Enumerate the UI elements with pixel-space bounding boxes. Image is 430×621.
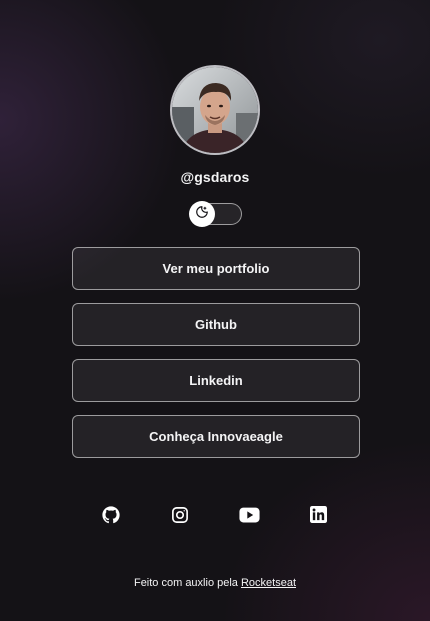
page: @gsdaros Ver meu portfolio Github Linked… xyxy=(0,0,430,621)
github-link-button[interactable]: Github xyxy=(72,303,360,346)
linkedin-icon xyxy=(310,506,328,528)
linkedin-social-link[interactable] xyxy=(303,505,335,529)
portfolio-link-button[interactable]: Ver meu portfolio xyxy=(72,247,360,290)
social-links xyxy=(95,505,335,529)
github-icon xyxy=(102,505,120,529)
list-item: Conheça Innovaeagle xyxy=(72,415,360,458)
footer: Feito com auxlio pela Rocketseat xyxy=(0,577,430,589)
linkedin-link-button[interactable]: Linkedin xyxy=(72,359,360,402)
footer-text: Feito com auxlio pela xyxy=(133,577,238,589)
list-item: Linkedin xyxy=(72,359,360,402)
profile: @gsdaros xyxy=(0,65,430,185)
innovaeagle-link-button[interactable]: Conheça Innovaeagle xyxy=(72,415,360,458)
rocketseat-link[interactable]: Rocketseat xyxy=(241,577,296,589)
switch-knob[interactable] xyxy=(189,201,215,227)
links-list: Ver meu portfolio Github Linkedin Conheç… xyxy=(72,247,360,471)
youtube-icon xyxy=(239,507,260,528)
instagram-icon xyxy=(171,506,189,529)
moon-icon xyxy=(195,205,209,224)
username: @gsdaros xyxy=(180,169,250,185)
youtube-social-link[interactable] xyxy=(234,505,266,529)
theme-switch[interactable] xyxy=(189,201,242,227)
avatar xyxy=(170,65,260,155)
github-social-link[interactable] xyxy=(95,505,127,529)
list-item: Ver meu portfolio xyxy=(72,247,360,290)
list-item: Github xyxy=(72,303,360,346)
instagram-social-link[interactable] xyxy=(164,505,196,529)
